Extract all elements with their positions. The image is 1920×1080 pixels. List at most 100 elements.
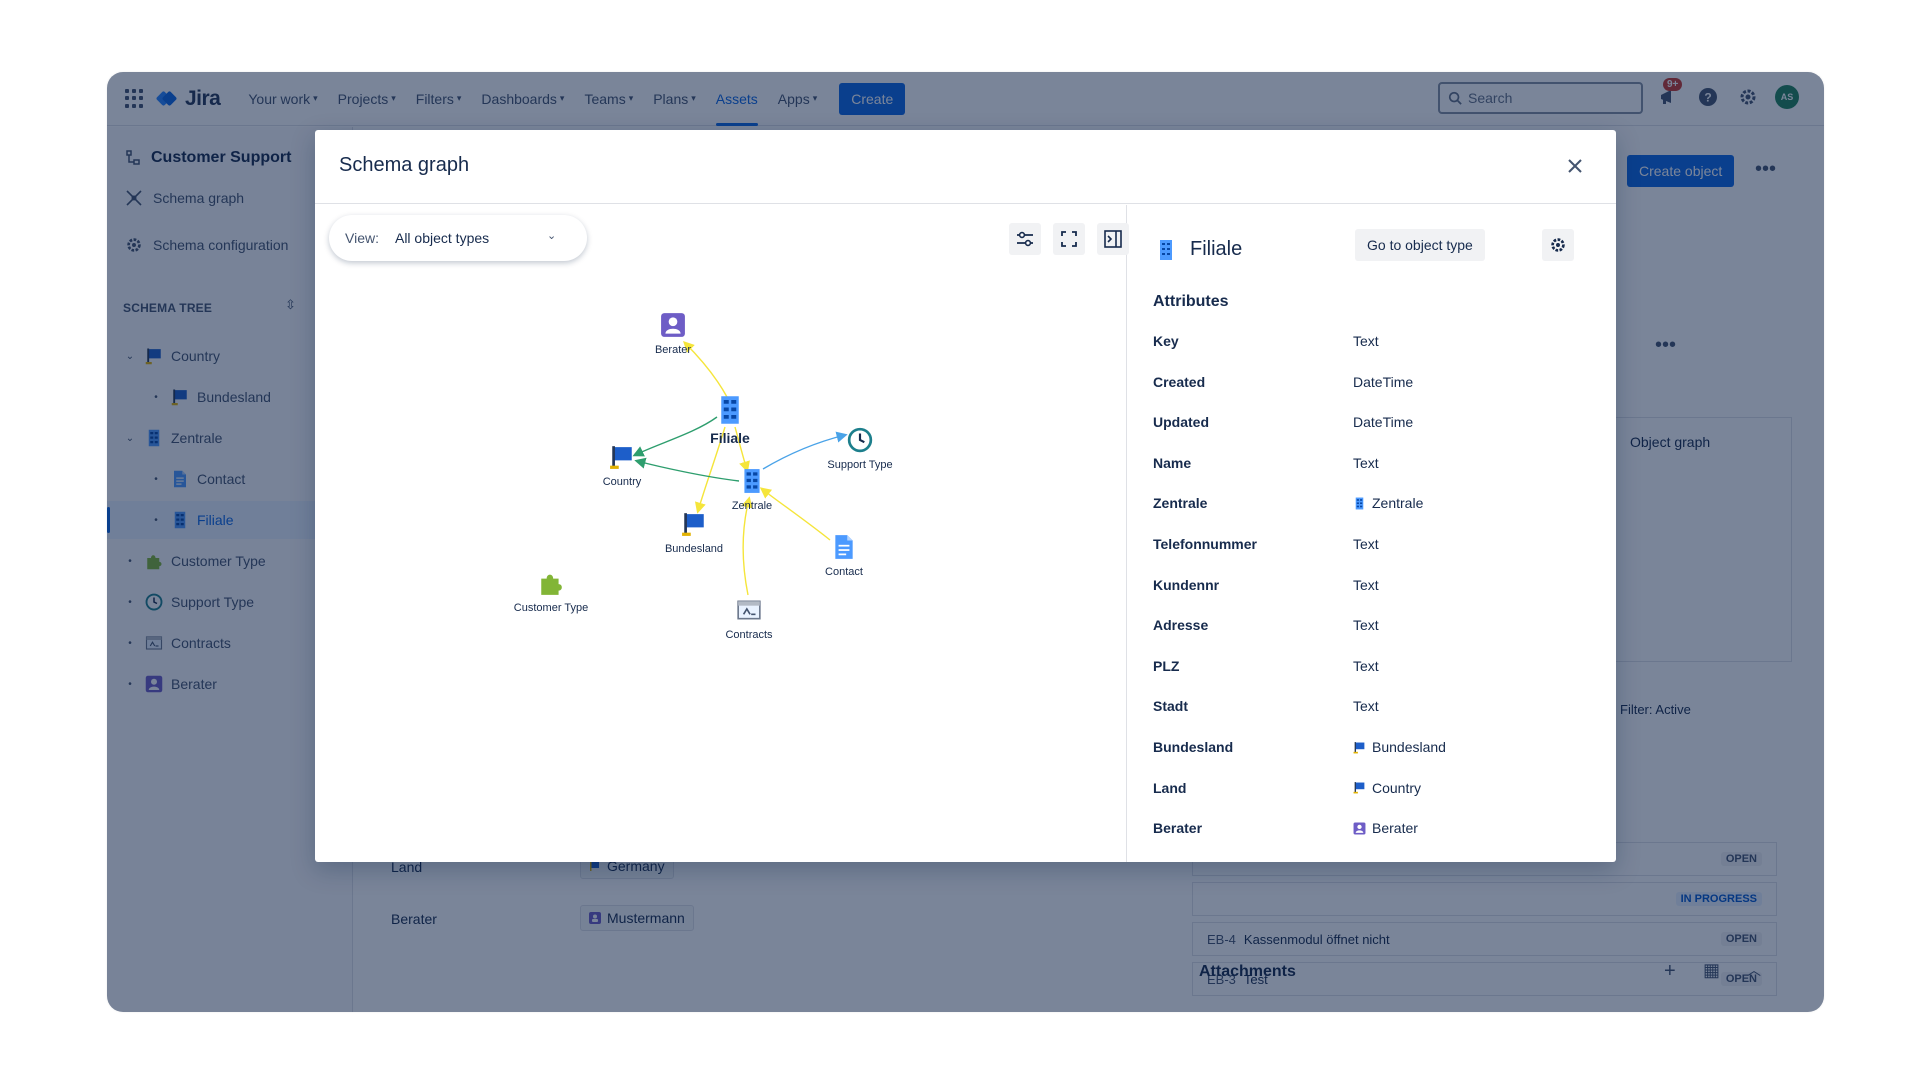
- building-icon: [171, 511, 189, 529]
- nav-item-dashboards[interactable]: Dashboards ▾: [481, 72, 564, 126]
- sidebar-link-schema-configuration[interactable]: Schema configuration: [125, 236, 288, 254]
- nav-item-teams[interactable]: Teams ▾: [584, 72, 633, 126]
- avatar[interactable]: AS: [1775, 85, 1799, 109]
- tree-item-label: Support Type: [171, 594, 255, 610]
- graph-node-customer-type[interactable]: Customer Type: [514, 574, 588, 614]
- create-button[interactable]: Create: [839, 82, 906, 115]
- nav-item-your-work[interactable]: Your work ▾: [248, 72, 317, 126]
- attribute-type-label: Text: [1353, 657, 1379, 674]
- add-attachment-icon[interactable]: +: [1664, 960, 1676, 983]
- chevron-down-icon[interactable]: ⌄: [123, 433, 137, 444]
- issue-row[interactable]: IN PROGRESS: [1192, 882, 1777, 916]
- person-icon: [661, 313, 685, 337]
- more-actions-icon[interactable]: •••: [1655, 334, 1676, 357]
- nav-item-label: Apps: [777, 90, 810, 107]
- nav-item-plans[interactable]: Plans ▾: [653, 72, 696, 126]
- graph-node-label: Bundesland: [665, 543, 723, 555]
- collapse-tree-icon[interactable]: ⇳: [285, 297, 296, 313]
- attribute-name: Key: [1153, 333, 1179, 349]
- attribute-row: Stadt Text: [1153, 694, 1593, 718]
- field-chip-berater[interactable]: Mustermann: [580, 905, 694, 931]
- sidebar-link-label: Schema configuration: [153, 237, 289, 253]
- building-icon: [145, 429, 163, 447]
- create-object-button[interactable]: Create object: [1627, 155, 1735, 187]
- filter-dropdown[interactable]: Filter: Active: [1620, 702, 1691, 717]
- chevron-down-icon: ▾: [313, 93, 318, 103]
- bullet-icon: •: [154, 473, 158, 485]
- object-type-settings-button[interactable]: [1542, 229, 1574, 261]
- help-button[interactable]: ?: [1695, 84, 1721, 110]
- document-icon: [171, 470, 189, 488]
- graph-node-contracts[interactable]: Contracts: [725, 600, 773, 641]
- chevron-down-icon: ▾: [628, 93, 634, 103]
- fullscreen-button[interactable]: [1053, 223, 1085, 255]
- schema-graph-canvas[interactable]: Berater Filiale Support Type Country Zentral…: [315, 205, 1127, 862]
- sidebar-link-schema-graph[interactable]: Schema graph: [125, 189, 244, 207]
- attribute-type[interactable]: Zentrale: [1353, 495, 1423, 511]
- attribute-type-label: Bundesland: [1372, 739, 1446, 755]
- attribute-type: Text: [1353, 333, 1379, 349]
- svg-text:?: ?: [1704, 91, 1711, 105]
- graph-node-berater[interactable]: Berater: [655, 313, 691, 356]
- flag-icon: [1353, 741, 1366, 754]
- project-name: Customer Support: [151, 149, 292, 166]
- flag-icon: [171, 388, 189, 406]
- attribute-type[interactable]: Berater: [1353, 820, 1418, 836]
- tree-item-label: Zentrale: [171, 430, 223, 446]
- graph-node-filiale[interactable]: Filiale: [710, 396, 750, 446]
- app-switcher-icon[interactable]: [125, 88, 145, 109]
- attribute-row: Telefonnummer Text: [1153, 532, 1593, 556]
- graph-edge-filiale-to-berater: [683, 341, 728, 398]
- issue-row[interactable]: EB-4 Kassenmodul öffnet nicht OPEN: [1192, 922, 1777, 956]
- graph-node-country[interactable]: Country: [603, 446, 642, 488]
- view-value: All object types: [394, 230, 490, 246]
- attribute-name: Land: [1153, 779, 1187, 796]
- attribute-name: Updated: [1153, 414, 1209, 431]
- building-icon: [1353, 497, 1366, 510]
- contract-icon: [737, 600, 761, 620]
- toggle-panel-button[interactable]: [1097, 223, 1129, 255]
- nav-item-projects[interactable]: Projects ▾: [338, 72, 396, 126]
- flag-icon: [145, 347, 163, 365]
- attribute-name: Zentrale: [1153, 495, 1208, 512]
- attribute-type[interactable]: Bundesland: [1353, 739, 1446, 755]
- view-select[interactable]: View: All object types ⌄: [329, 215, 587, 261]
- graph-node-label: Country: [603, 476, 642, 488]
- graph-filter-button[interactable]: [1009, 223, 1041, 255]
- graph-node-label: Support Type: [827, 459, 892, 471]
- close-button[interactable]: [1561, 152, 1589, 180]
- graph-node-contact[interactable]: Contact: [825, 535, 863, 578]
- gear-icon: [1551, 238, 1565, 252]
- go-to-object-type-button[interactable]: Go to object type: [1355, 229, 1485, 261]
- notifications-button[interactable]: 9+: [1655, 78, 1683, 110]
- status-badge: OPEN: [1720, 932, 1762, 946]
- graph-node-support-type[interactable]: Support Type: [827, 427, 893, 471]
- attribute-type-label: Zentrale: [1372, 495, 1424, 512]
- more-actions-icon[interactable]: •••: [1755, 158, 1776, 181]
- attribute-type[interactable]: Country: [1353, 780, 1421, 796]
- tree-item-label: Berater: [171, 676, 217, 692]
- nav-item-filters[interactable]: Filters ▾: [416, 72, 462, 126]
- chevron-up-icon[interactable]: ︿: [1747, 960, 1761, 980]
- chevron-down-icon[interactable]: ⌄: [123, 351, 137, 362]
- nav-item-apps[interactable]: Apps ▾: [778, 72, 817, 126]
- building-icon: [744, 469, 760, 493]
- jira-logo[interactable]: Jira: [155, 86, 221, 111]
- search-input[interactable]: Search: [1438, 82, 1643, 114]
- nav-item-assets[interactable]: Assets: [715, 72, 758, 126]
- settings-button[interactable]: [1735, 84, 1761, 110]
- nav-item-label: Filters: [415, 90, 454, 107]
- top-actions: 9+ ? AS: [1655, 78, 1799, 110]
- close-icon: [1568, 159, 1582, 173]
- attribute-row: Key Text: [1153, 329, 1593, 353]
- app-name: Jira: [185, 86, 221, 110]
- project-title[interactable]: Customer Support: [125, 149, 291, 167]
- puzzle-icon: [145, 552, 163, 570]
- graph-icon: [126, 190, 142, 206]
- graph-node-bundesland[interactable]: Bundesland: [665, 513, 723, 555]
- bullet-icon: •: [128, 637, 132, 649]
- grid-view-icon[interactable]: ▦: [1703, 960, 1720, 981]
- graph-node-zentrale[interactable]: Zentrale: [732, 469, 772, 512]
- attribute-name: PLZ: [1153, 657, 1180, 674]
- object-graph-label[interactable]: Object graph: [1630, 434, 1710, 450]
